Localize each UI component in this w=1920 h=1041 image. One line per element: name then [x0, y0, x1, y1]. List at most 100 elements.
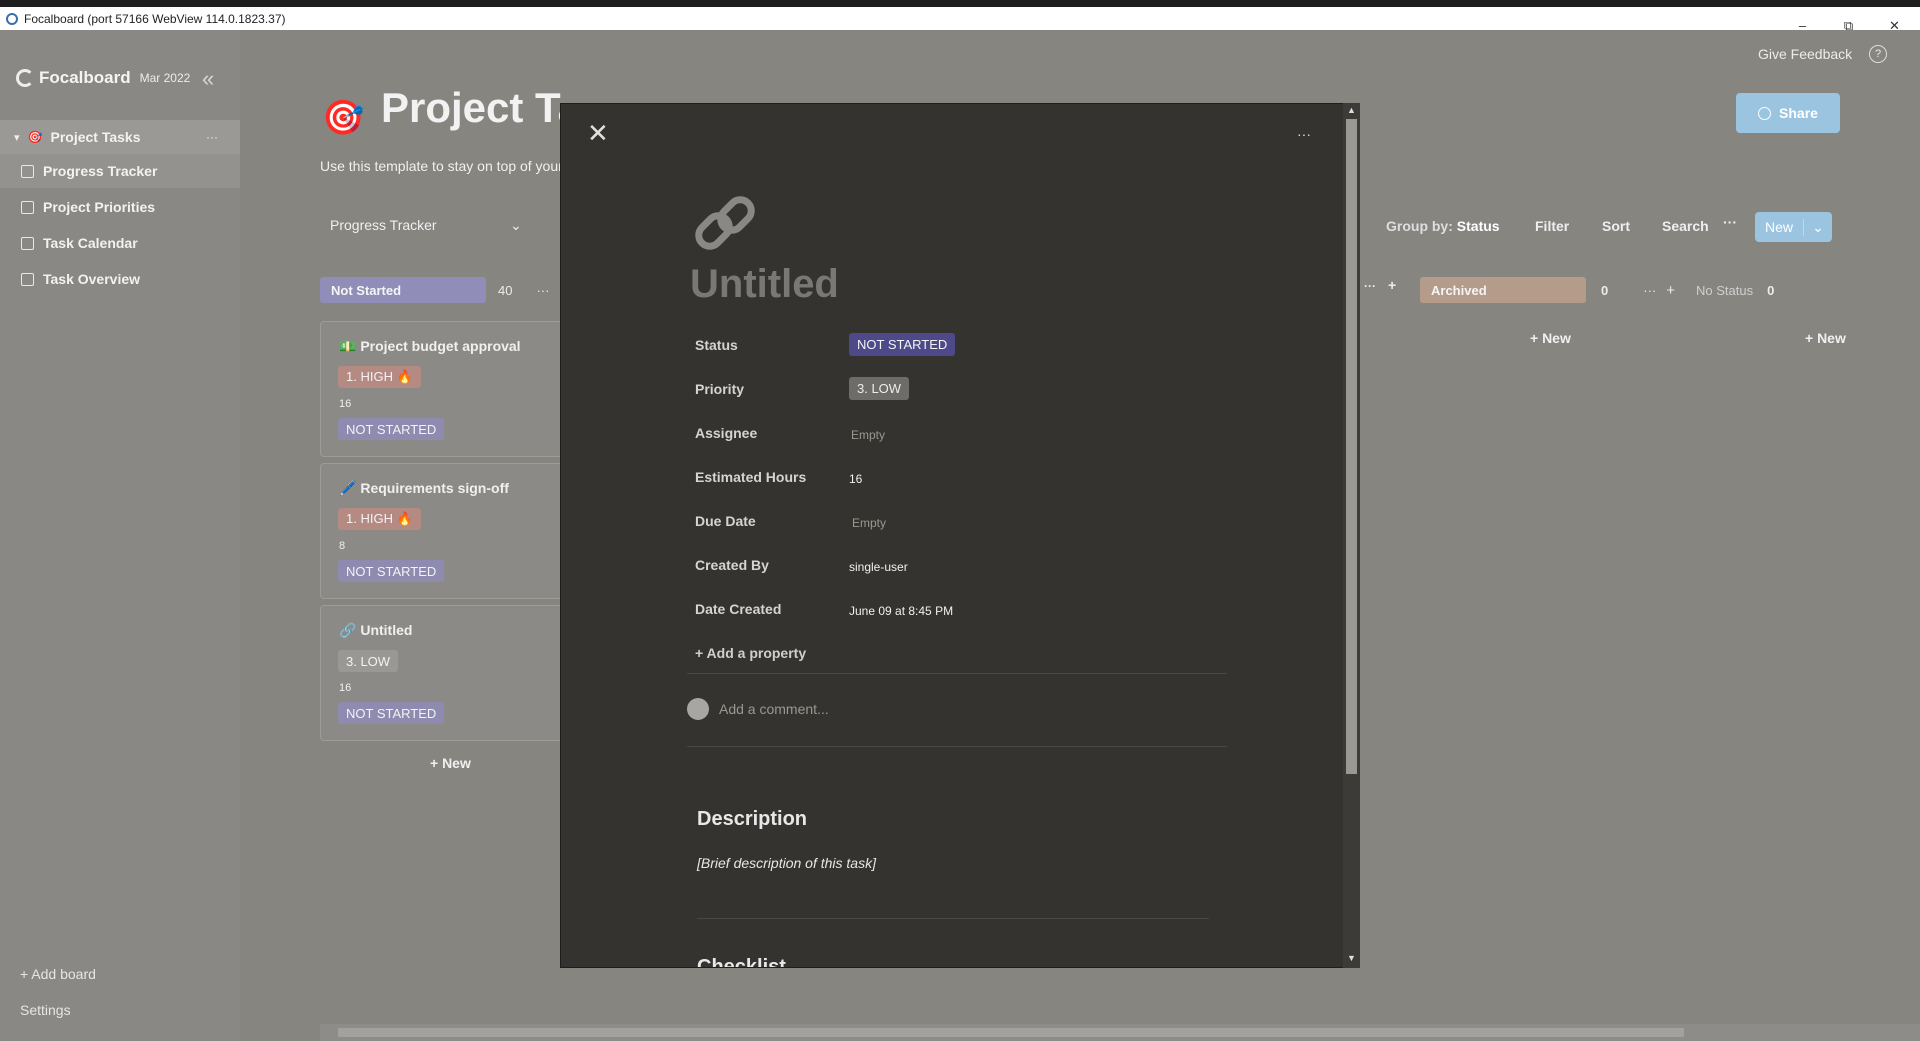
- column-header-not-started[interactable]: Not Started 40 ···: [320, 277, 549, 303]
- property-label-created-by[interactable]: Created By: [695, 557, 769, 573]
- filter-button[interactable]: Filter: [1535, 218, 1569, 234]
- search-button[interactable]: Search: [1662, 218, 1709, 234]
- status-badge: NOT STARTED: [338, 418, 445, 440]
- status-badge: NOT STARTED: [849, 333, 956, 356]
- scroll-up-icon[interactable]: ▲: [1343, 105, 1360, 115]
- column-name[interactable]: Not Started: [320, 277, 486, 303]
- add-new-card-button[interactable]: + New: [1805, 330, 1846, 346]
- link-icon[interactable]: [691, 192, 761, 262]
- page-title[interactable]: Project Tasks: [381, 84, 561, 132]
- property-value-estimated-hours[interactable]: 16: [849, 472, 862, 486]
- checklist-heading: Checklist: [697, 956, 786, 968]
- sidebar-item-progress-tracker[interactable]: Progress Tracker: [0, 154, 240, 188]
- view-selector-label: Progress Tracker: [330, 217, 437, 233]
- property-label-estimated-hours[interactable]: Estimated Hours: [695, 469, 806, 485]
- close-icon[interactable]: ✕: [587, 118, 609, 149]
- new-card-button[interactable]: New ⌄: [1755, 212, 1832, 242]
- collapse-sidebar-icon[interactable]: «: [202, 66, 214, 92]
- column-header-no-status[interactable]: No Status 0: [1696, 277, 1774, 303]
- board-description[interactable]: Use this template to stay on top of your…: [320, 158, 560, 174]
- settings-button[interactable]: Settings: [20, 1002, 71, 1018]
- add-property-button[interactable]: + Add a property: [695, 645, 806, 661]
- view-more-icon[interactable]: ···: [1723, 214, 1737, 230]
- column-count: 40: [498, 282, 513, 298]
- maximize-button[interactable]: ⧉: [1826, 14, 1871, 37]
- column-add-icon[interactable]: +: [1388, 277, 1396, 293]
- column-name[interactable]: Archived: [1420, 277, 1586, 303]
- globe-icon: [1758, 106, 1772, 120]
- group-by-button[interactable]: Group by: Status: [1386, 218, 1500, 234]
- scroll-down-icon[interactable]: ▼: [1343, 953, 1360, 963]
- modal-vertical-scrollbar[interactable]: ▲ ▼: [1343, 103, 1360, 968]
- description-text[interactable]: [Brief description of this task]: [697, 855, 876, 871]
- column-more-icon[interactable]: ···: [536, 283, 549, 298]
- window-title: Focalboard (port 57166 WebView 114.0.182…: [24, 11, 286, 26]
- pen-icon: 🖊️: [339, 480, 357, 496]
- property-label-date-created[interactable]: Date Created: [695, 601, 781, 617]
- card-title-text: Requirements sign-off: [360, 480, 509, 496]
- expand-arrow-icon[interactable]: ▾: [14, 131, 20, 144]
- give-feedback-link[interactable]: Give Feedback: [1758, 46, 1852, 62]
- board-card[interactable]: 💵 Project budget approval 1. HIGH 🔥 16 N…: [320, 321, 580, 457]
- divider: [687, 746, 1227, 747]
- share-button[interactable]: Share: [1736, 93, 1840, 133]
- sidebar-item-project-priorities[interactable]: Project Priorities: [0, 190, 240, 224]
- divider: [697, 918, 1209, 919]
- property-value-due-date[interactable]: Empty: [852, 516, 886, 530]
- priority-badge: 1. HIGH 🔥: [338, 508, 421, 530]
- scrollbar-thumb[interactable]: [338, 1028, 1684, 1037]
- status-badge: NOT STARTED: [338, 702, 445, 724]
- sidebar-item-task-calendar[interactable]: Task Calendar: [0, 226, 240, 260]
- property-value-assignee[interactable]: Empty: [851, 428, 885, 442]
- sidebar-item-label: Task Calendar: [43, 235, 138, 251]
- horizontal-scrollbar[interactable]: [320, 1024, 1920, 1041]
- card-title: 🖊️ Requirements sign-off: [339, 480, 509, 497]
- priority-badge: 1. HIGH 🔥: [338, 366, 421, 388]
- group-by-value: Status: [1456, 218, 1500, 234]
- help-icon[interactable]: ?: [1869, 45, 1887, 63]
- chevron-down-icon: ⌄: [510, 217, 522, 233]
- add-new-card-button[interactable]: + New: [430, 755, 471, 771]
- estimated-hours: 16: [339, 398, 352, 410]
- sidebar-board-project-tasks[interactable]: ▾ 🎯 Project Tasks ···: [0, 120, 240, 154]
- share-label: Share: [1779, 105, 1818, 121]
- sort-button[interactable]: Sort: [1602, 218, 1630, 234]
- column-header-archived[interactable]: Archived 0 ··· +: [1420, 277, 1675, 303]
- property-value-status[interactable]: NOT STARTED: [849, 333, 956, 356]
- add-new-card-button[interactable]: + New: [1530, 330, 1571, 346]
- board-more-icon[interactable]: ···: [206, 130, 218, 144]
- minimize-button[interactable]: –: [1780, 14, 1825, 37]
- property-label-status[interactable]: Status: [695, 337, 738, 353]
- scrollbar-thumb[interactable]: [1346, 119, 1357, 774]
- property-value-priority[interactable]: 3. LOW: [849, 377, 910, 400]
- property-label-due-date[interactable]: Due Date: [695, 513, 756, 529]
- board-card[interactable]: 🔗 Untitled 3. LOW 16 NOT STARTED: [320, 605, 580, 741]
- board-target-icon: 🎯: [322, 99, 365, 137]
- divider: [687, 673, 1227, 674]
- status-badge: NOT STARTED: [338, 560, 445, 582]
- comment-input[interactable]: Add a comment...: [719, 701, 829, 717]
- sidebar-item-task-overview[interactable]: Task Overview: [0, 262, 240, 296]
- property-label-priority[interactable]: Priority: [695, 381, 744, 397]
- card-title[interactable]: Untitled: [690, 262, 839, 307]
- property-value-date-created: June 09 at 8:45 PM: [849, 604, 954, 618]
- description-heading: Description: [697, 808, 808, 830]
- board-view-icon: [21, 164, 34, 178]
- column-more-icon[interactable]: ···: [1643, 283, 1656, 298]
- column-add-icon[interactable]: +: [1666, 282, 1675, 299]
- board-card[interactable]: 🖊️ Requirements sign-off 1. HIGH 🔥 8 NOT…: [320, 463, 580, 599]
- view-selector[interactable]: Progress Tracker ⌄: [330, 217, 522, 233]
- card-detail-dialog: ✕ ··· Untitled Status NOT STARTED Priori…: [560, 103, 1360, 968]
- link-icon: 🔗: [339, 622, 357, 638]
- add-board-button[interactable]: + Add board: [20, 966, 96, 982]
- window-titlebar: Focalboard (port 57166 WebView 114.0.182…: [0, 0, 1920, 33]
- app-icon: [6, 12, 18, 25]
- close-window-button[interactable]: ✕: [1872, 14, 1917, 37]
- logo-text: Focalboard: [39, 68, 131, 87]
- more-options-icon[interactable]: ···: [1297, 126, 1311, 142]
- property-label-assignee[interactable]: Assignee: [695, 425, 757, 441]
- sidebar: Focalboard Mar 2022 « ▾ 🎯 Project Tasks …: [0, 30, 240, 1041]
- chevron-down-icon[interactable]: ⌄: [1803, 218, 1832, 236]
- column-more-icon[interactable]: ···: [1364, 279, 1376, 293]
- table-view-icon: [21, 272, 34, 286]
